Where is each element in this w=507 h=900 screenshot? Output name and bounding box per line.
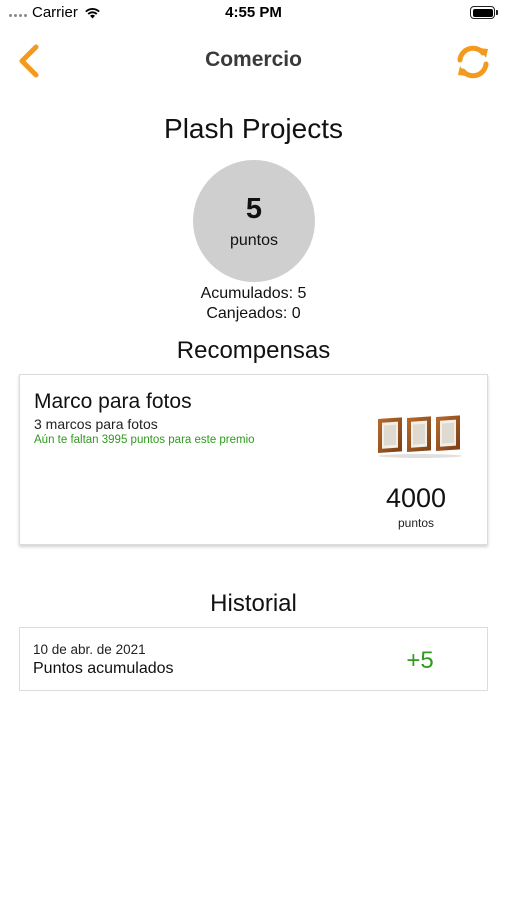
navigation-bar: Comercio [0, 36, 507, 86]
points-circle: 5 puntos [193, 160, 315, 282]
reward-cost-value: 4000 [385, 483, 447, 513]
status-bar: Carrier 4:55 PM [0, 0, 507, 28]
photo-frames-image [378, 415, 462, 458]
redeemed-label: Canjeados: 0 [206, 305, 301, 322]
points-value: 5 [245, 192, 263, 225]
business-name: Plash Projects [164, 113, 343, 144]
reward-remaining-note: Aún te faltan 3995 puntos para este prem… [34, 434, 255, 446]
status-time: 4:55 PM [225, 4, 282, 21]
reward-title: Marco para fotos [34, 390, 192, 413]
history-date: 10 de abr. de 2021 [33, 642, 146, 657]
accumulated-label: Acumulados: 5 [200, 285, 307, 302]
reward-cost-unit: puntos [397, 516, 435, 530]
points-stats: Acumulados: 5 Canjeados: 0 [0, 284, 507, 324]
history-description: Puntos acumulados [33, 660, 174, 677]
page-title: Comercio [205, 48, 302, 71]
reward-card[interactable]: Marco para fotos 3 marcos para fotos Aún… [19, 374, 488, 545]
history-section-title: Historial [210, 590, 297, 617]
rewards-section-title: Recompensas [176, 337, 331, 364]
points-unit: puntos [229, 231, 279, 249]
refresh-icon [457, 45, 489, 79]
reward-description: 3 marcos para fotos [34, 416, 158, 432]
refresh-button[interactable] [453, 42, 493, 82]
history-points: +5 [406, 647, 434, 674]
reward-cost: 4000 puntos [371, 483, 461, 531]
history-item[interactable]: 10 de abr. de 2021 Puntos acumulados +5 [19, 627, 488, 691]
battery-icon [470, 6, 498, 19]
